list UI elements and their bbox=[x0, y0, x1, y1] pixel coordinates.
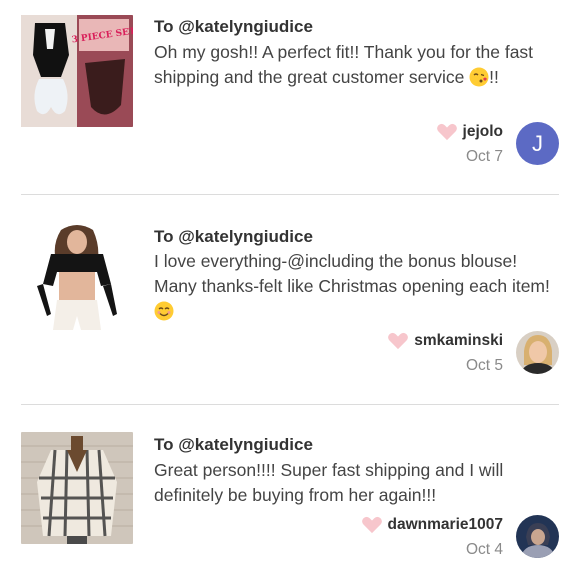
review-recipient[interactable]: To @katelyngiudice bbox=[154, 17, 313, 37]
review-date: Oct 5 bbox=[465, 357, 503, 374]
listing-image bbox=[21, 432, 133, 544]
review-message-text: I love everything-@including the bonus b… bbox=[154, 251, 550, 296]
review-recipient[interactable]: To @katelyngiudice bbox=[154, 227, 313, 247]
review-message-text: Great person!!!! Super fast shipping and… bbox=[154, 460, 504, 505]
kissing-face-emoji-icon bbox=[469, 67, 489, 87]
reviewer-username[interactable]: jejolo bbox=[463, 123, 503, 141]
review-message: I love everything-@including the bonus b… bbox=[154, 249, 564, 324]
review-message-suffix: !! bbox=[489, 67, 499, 87]
reviewer-username[interactable]: smkaminski bbox=[414, 332, 503, 350]
listing-image: 3 PIECE SET bbox=[21, 15, 133, 127]
review-meta: smkaminski Oct 5 bbox=[387, 332, 503, 375]
heart-icon[interactable] bbox=[387, 332, 409, 350]
listing-image bbox=[21, 224, 133, 336]
avatar[interactable] bbox=[516, 331, 559, 374]
avatar-photo bbox=[516, 515, 559, 558]
heart-icon[interactable] bbox=[436, 123, 458, 141]
smiling-face-emoji-icon bbox=[154, 301, 174, 321]
review-recipient[interactable]: To @katelyngiudice bbox=[154, 435, 313, 455]
avatar-letter: J bbox=[532, 130, 543, 156]
listing-thumbnail[interactable] bbox=[21, 224, 133, 336]
review-meta: jejolo Oct 7 bbox=[436, 123, 503, 166]
listing-thumbnail[interactable]: 3 PIECE SET bbox=[21, 15, 133, 127]
reviewer-username[interactable]: dawnmarie1007 bbox=[388, 516, 503, 534]
heart-icon[interactable] bbox=[361, 516, 383, 534]
review-message: Great person!!!! Super fast shipping and… bbox=[154, 458, 564, 508]
listing-thumbnail[interactable] bbox=[21, 432, 133, 544]
review-date: Oct 7 bbox=[465, 148, 503, 165]
divider bbox=[21, 194, 559, 195]
avatar[interactable]: J bbox=[516, 122, 559, 165]
review-message: Oh my gosh!! A perfect fit!! Thank you f… bbox=[154, 40, 564, 90]
avatar[interactable] bbox=[516, 515, 559, 558]
review-meta: dawnmarie1007 Oct 4 bbox=[361, 516, 503, 559]
divider bbox=[21, 404, 559, 405]
review-date: Oct 4 bbox=[465, 541, 503, 558]
avatar-photo bbox=[516, 331, 559, 374]
